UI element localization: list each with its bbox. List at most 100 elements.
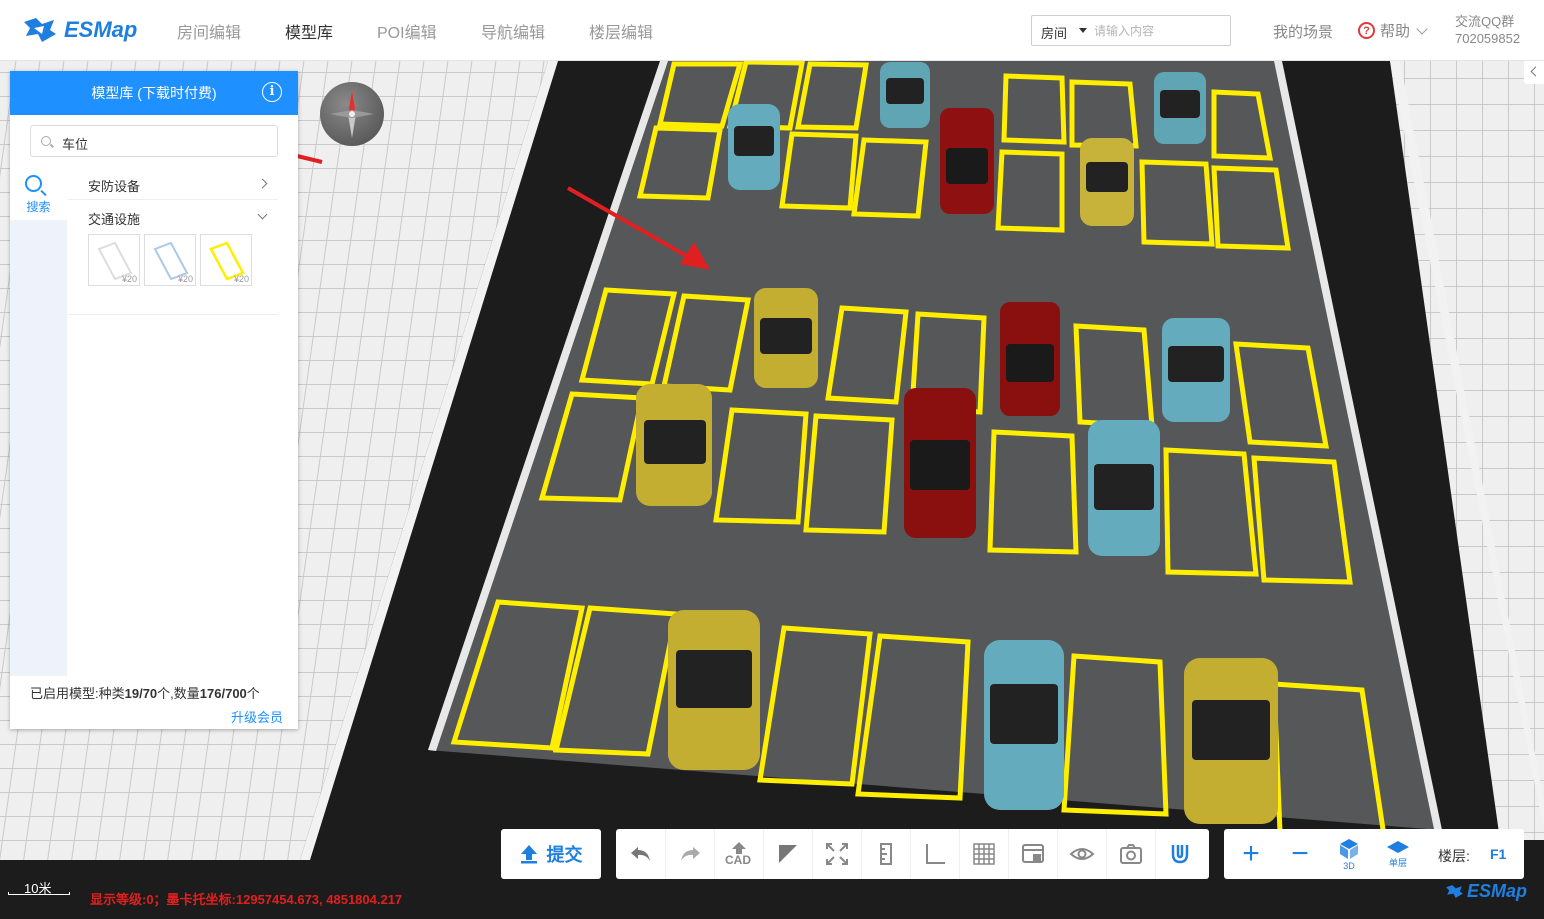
triangle-icon: [779, 845, 797, 863]
watermark-text: ESMap: [1467, 881, 1528, 901]
info-icon[interactable]: i: [262, 82, 282, 102]
help-label: 帮助: [1380, 23, 1411, 40]
minus-icon: −: [1291, 837, 1309, 870]
top-nav: ESMap 房间编辑 模型库 POI编辑 导航编辑 楼层编辑 房间 我的场景 ?…: [0, 0, 1544, 61]
my-scene-link[interactable]: 我的场景: [1273, 21, 1333, 42]
qq-label: 交流QQ群: [1455, 14, 1515, 29]
panel-title: 模型库 (下载时付费): [91, 85, 217, 101]
tab-navigation-edit[interactable]: 导航编辑: [481, 19, 545, 43]
magnet-icon: [1171, 845, 1189, 864]
view-controls: + − 3D 单层 楼层: F1: [1224, 829, 1524, 879]
grid-button[interactable]: [959, 829, 1008, 879]
model-item-parking-blue[interactable]: ¥20: [144, 234, 196, 286]
category-label: 安防设备: [88, 179, 141, 194]
usage-mid: 个,数量: [157, 686, 200, 701]
draw-triangle-button[interactable]: [763, 829, 812, 879]
fullscreen-button[interactable]: [812, 829, 861, 879]
esmap-logo[interactable]: ESMap: [20, 14, 137, 46]
panel-side-tabs: 搜索: [10, 168, 67, 676]
single-floor-button[interactable]: 单层: [1373, 829, 1423, 879]
compass-icon[interactable]: [320, 82, 384, 146]
screenshot-button[interactable]: [1106, 829, 1155, 879]
coordinate-readout: 显示等级:0；墨卡托坐标:12957454.673, 4851804.217: [90, 892, 403, 907]
edit-toolbar: CAD: [616, 829, 1209, 879]
single-floor-label: 单层: [1388, 858, 1407, 868]
category-label: 交通设施: [88, 212, 141, 227]
layer-icon: [1387, 841, 1409, 853]
model-item-parking-white[interactable]: ¥20: [88, 234, 140, 286]
redo-icon: [681, 847, 700, 861]
undo-button[interactable]: [616, 829, 665, 879]
angle-button[interactable]: [910, 829, 959, 879]
scale-bar: 10米: [8, 878, 70, 896]
model-library-panel: 模型库 (下载时付费) i 车位 搜索 安防设备 交通设施 ¥20 ¥20 ¥2…: [10, 71, 298, 729]
scale-line: [8, 892, 70, 895]
view-3d-label: 3D: [1343, 860, 1355, 871]
esmap-watermark: ESMap: [1444, 881, 1527, 902]
camera-icon: [1120, 844, 1142, 864]
floor-selector[interactable]: F1: [1490, 846, 1506, 862]
usage-summary: 已启用模型:种类19/70个,数量176/700个: [10, 683, 298, 702]
submit-button[interactable]: 提交: [501, 829, 601, 879]
zoom-out-button[interactable]: −: [1275, 829, 1325, 879]
cube-icon: [1340, 838, 1358, 859]
tab-model-library[interactable]: 模型库: [285, 19, 333, 43]
model-price: ¥20: [177, 274, 193, 284]
usage-kinds: 19/70: [124, 686, 158, 701]
cad-import-button[interactable]: CAD: [714, 829, 763, 879]
angle-icon: [926, 844, 945, 864]
collapse-right-panel-button[interactable]: [1524, 60, 1544, 84]
undo-icon: [630, 847, 650, 861]
logo-text: ESMap: [64, 17, 138, 42]
eye-icon: [1069, 848, 1095, 860]
ruler-icon: [880, 843, 892, 865]
model-thumbnails: ¥20 ¥20 ¥20: [88, 234, 252, 286]
search-box: 房间: [1031, 15, 1231, 46]
panel-header: 模型库 (下载时付费) i: [10, 71, 298, 115]
plus-icon: +: [1242, 837, 1260, 870]
usage-suffix: 个: [246, 686, 260, 701]
upgrade-membership-link[interactable]: 升级会员: [231, 707, 283, 726]
cad-label: CAD: [725, 853, 751, 867]
fullscreen-icon: [826, 843, 848, 865]
view-3d-button[interactable]: 3D: [1324, 829, 1374, 879]
submit-label: 提交: [546, 845, 583, 865]
search-input[interactable]: [1094, 16, 1224, 45]
divider: [68, 314, 278, 315]
help-menu[interactable]: ? 帮助: [1358, 20, 1428, 41]
tab-floor-edit[interactable]: 楼层编辑: [589, 19, 653, 43]
model-item-parking-yellow[interactable]: ¥20: [200, 234, 252, 286]
screen-settings-button[interactable]: [1008, 829, 1057, 879]
caret-down-icon: [1079, 28, 1087, 33]
category-security[interactable]: 安防设备: [68, 168, 278, 200]
upload-icon: [520, 845, 537, 864]
question-icon: ?: [1358, 22, 1375, 39]
floor-label: 楼层:: [1438, 848, 1470, 864]
model-price: ¥20: [121, 274, 137, 284]
category-traffic[interactable]: 交通设施: [68, 201, 278, 233]
tab-room-edit[interactable]: 房间编辑: [177, 19, 241, 43]
redo-button[interactable]: [665, 829, 714, 879]
chevron-right-icon: [257, 178, 268, 189]
zoom-in-button[interactable]: +: [1226, 829, 1276, 879]
tab-search[interactable]: 搜索: [10, 168, 67, 220]
search-icon: [25, 175, 42, 192]
search-icon: [41, 136, 51, 146]
chevron-down-icon: [1416, 22, 1428, 35]
model-search-input[interactable]: 车位: [30, 125, 278, 157]
model-price: ¥20: [233, 274, 249, 284]
screen-icon: [1022, 844, 1044, 863]
search-type-value: 房间: [1041, 26, 1068, 41]
esmap-logo-icon: [24, 18, 56, 42]
measure-button[interactable]: [861, 829, 910, 879]
grid-icon: [973, 843, 995, 865]
qq-number: 702059852: [1455, 31, 1521, 46]
visibility-button[interactable]: [1057, 829, 1106, 879]
search-type-select[interactable]: 房间: [1032, 16, 1090, 45]
snap-button[interactable]: [1155, 829, 1204, 879]
esmap-logo-icon: [1446, 885, 1463, 898]
tab-search-label: 搜索: [26, 200, 51, 214]
tab-poi-edit[interactable]: POI编辑: [377, 19, 437, 43]
model-search-value: 车位: [62, 137, 89, 152]
qq-group-info: 交流QQ群 702059852: [1455, 13, 1520, 47]
